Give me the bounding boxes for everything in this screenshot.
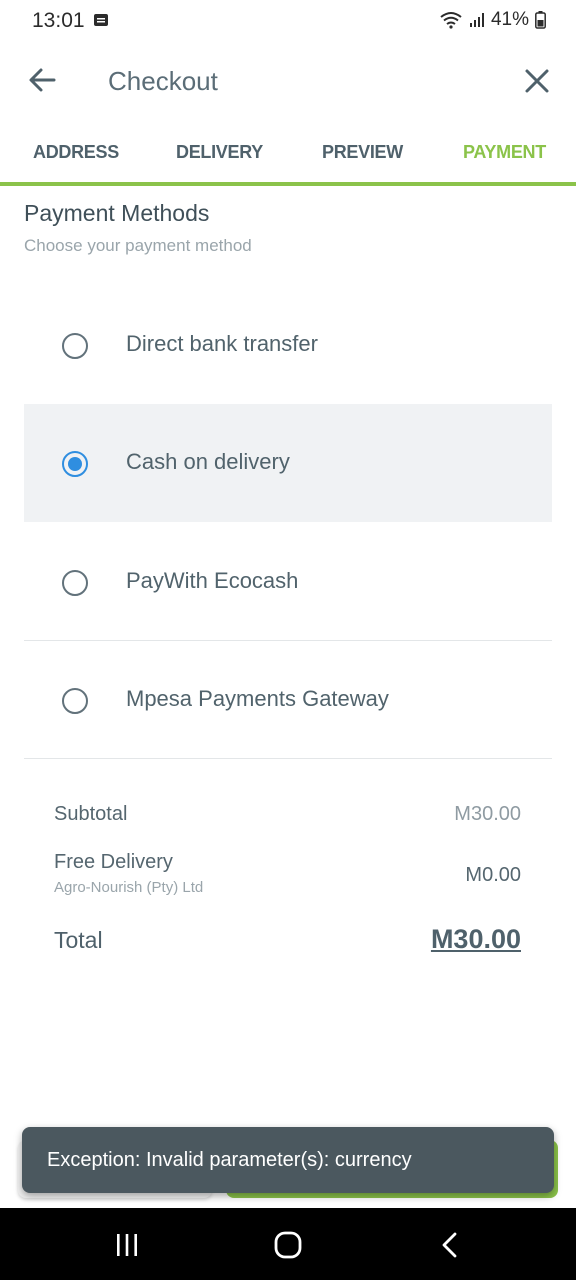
payment-option-ecocash[interactable]: PayWith Ecocash [24, 523, 552, 641]
recents-icon[interactable] [112, 1230, 142, 1260]
tab-payment[interactable]: PAYMENT [463, 142, 546, 163]
option-label: Direct bank transfer [126, 331, 318, 356]
radio-button[interactable] [62, 570, 88, 596]
checkout-tabs: ADDRESS DELIVERY PREVIEW PAYMENT [0, 130, 576, 186]
system-nav-bar [0, 1208, 576, 1280]
home-icon[interactable] [273, 1230, 303, 1260]
option-label: Cash on delivery [126, 449, 290, 474]
page-title: Checkout [108, 66, 218, 96]
error-snackbar: Exception: Invalid parameter(s): currenc… [22, 1127, 554, 1193]
battery-percent: 41% [490, 9, 529, 30]
delivery-label: Free Delivery [54, 851, 173, 873]
delivery-value: M0.00 [465, 864, 521, 886]
divider [24, 758, 552, 759]
subtotal-value: M30.00 [454, 803, 521, 825]
tab-delivery[interactable]: DELIVERY [176, 142, 263, 163]
payment-option-cash-on-delivery[interactable]: Cash on delivery [24, 404, 552, 522]
status-right: 41% [439, 9, 546, 31]
status-time: 13:01 [32, 9, 85, 32]
tab-address[interactable]: ADDRESS [33, 142, 119, 163]
subtotal-label: Subtotal [54, 803, 128, 825]
battery-icon [535, 11, 546, 29]
payment-option-bank-transfer[interactable]: Direct bank transfer [24, 286, 552, 404]
radio-button-selected[interactable] [62, 451, 88, 477]
radio-button[interactable] [62, 688, 88, 714]
option-label: Mpesa Payments Gateway [126, 686, 389, 711]
tab-preview[interactable]: PREVIEW [322, 142, 403, 163]
close-icon[interactable] [522, 66, 552, 96]
wifi-icon [440, 12, 462, 29]
snackbar-message: Exception: Invalid parameter(s): currenc… [47, 1149, 412, 1171]
delivery-vendor: Agro-Nourish (Pty) Ltd [54, 879, 204, 896]
section-subtitle: Choose your payment method [24, 236, 252, 255]
total-label: Total [54, 927, 103, 953]
option-label: PayWith Ecocash [126, 568, 299, 593]
total-value: M30.00 [430, 924, 521, 954]
back-arrow-icon[interactable] [26, 64, 58, 96]
notification-icon [94, 14, 108, 26]
app-bar: Checkout [0, 44, 576, 120]
section-title: Payment Methods [24, 200, 210, 226]
tab-indicator [0, 182, 576, 186]
radio-button[interactable] [62, 333, 88, 359]
status-bar: 13:01 41% [0, 0, 576, 44]
chevron-left-icon[interactable] [435, 1230, 465, 1260]
signal-icon [469, 13, 484, 27]
payment-option-mpesa[interactable]: Mpesa Payments Gateway [24, 641, 552, 759]
